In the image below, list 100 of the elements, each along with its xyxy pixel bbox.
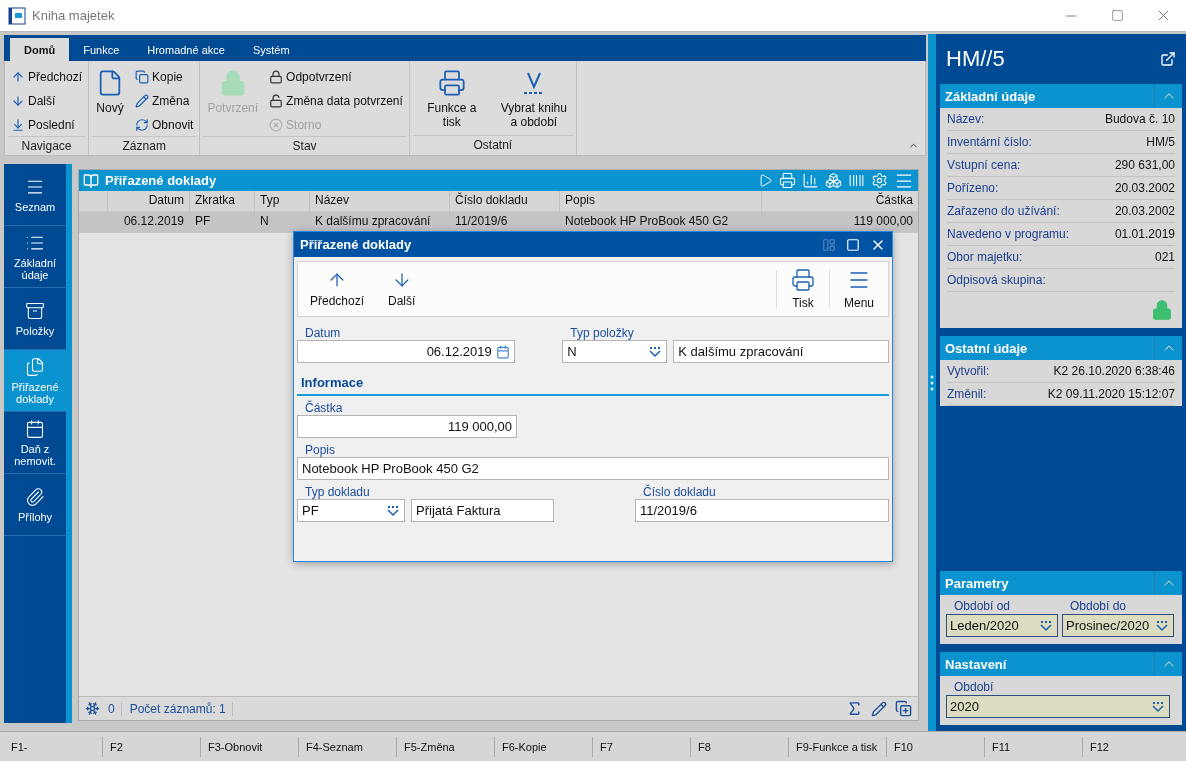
info-label: Odpisová skupina: [947, 273, 1046, 287]
ribbon-button[interactable]: Změna data potvrzení [266, 89, 406, 112]
field-label: Popis [304, 443, 337, 457]
info-value: 021 [1154, 250, 1175, 264]
date-field[interactable]: 06.12.2019 [297, 340, 515, 363]
copy-icon [135, 69, 150, 84]
column-header[interactable]: Zkratka [189, 191, 254, 211]
field-label: Typ dokladu [304, 485, 371, 499]
description-field[interactable]: Notebook HP ProBook 450 G2 [297, 457, 889, 480]
toolbar-button[interactable]: Předchozí [298, 262, 377, 316]
toolbar-button[interactable]: Další [376, 262, 428, 316]
section-heading: Informace [297, 363, 889, 396]
pencil-icon[interactable] [871, 700, 887, 717]
printer-icon[interactable] [779, 172, 796, 189]
document-number-field[interactable]: 11/2019/6 [635, 499, 889, 522]
info-value: 290 631,00 [1114, 158, 1175, 172]
info-label: Navedeno v programu: [947, 227, 1070, 241]
calendar-icon [495, 344, 510, 359]
column-header[interactable]: Částka [761, 191, 918, 211]
info-label: Vstupní cena: [947, 158, 1021, 172]
field-label: Typ položky [569, 326, 635, 340]
copy-plus-icon[interactable] [895, 700, 912, 717]
section-title: Základní údaje [945, 88, 1037, 104]
bar-chart-icon[interactable] [802, 172, 819, 189]
description-field[interactable]: Přijatá Faktura [411, 499, 554, 522]
info-value: K2 09.11.2020 15:12:07 [1047, 387, 1175, 401]
section-title: Ostatní údaje [945, 340, 1029, 356]
section-title: Nastavení [945, 656, 1008, 672]
book-icon [83, 172, 99, 189]
window-title: Kniha majetek [32, 8, 116, 23]
arrow-down-to-line-icon [11, 117, 25, 132]
ribbon-button[interactable]: Obnovit [132, 113, 197, 136]
function-key[interactable]: F1- [4, 736, 102, 757]
column-header[interactable]: Popis [559, 191, 761, 211]
play-icon[interactable] [758, 173, 773, 188]
lock-icon [269, 69, 284, 84]
ribbon-button[interactable]: Funkce a tisk [412, 65, 491, 135]
dropdown-icon [1155, 619, 1169, 632]
ribbon-button[interactable]: Nový [92, 65, 129, 136]
grip-icon[interactable] [930, 373, 934, 392]
info-value: K2 26.10.2020 6:38:46 [1053, 364, 1175, 378]
ribbon-button[interactable]: Předchozí [8, 65, 86, 88]
amount-field[interactable]: 119 000,00 [297, 415, 517, 438]
settings-icon[interactable] [871, 172, 888, 189]
function-key[interactable]: F8 [690, 736, 788, 757]
info-value: 20.03.2002 [1114, 181, 1175, 195]
group-title: Ostatní [412, 135, 573, 155]
info-label: Obor majetku: [947, 250, 1023, 264]
dropdown-icon [386, 504, 400, 517]
function-key[interactable]: F6-Kopie [494, 736, 592, 757]
group-title: Stav [203, 136, 406, 156]
boxes-icon[interactable] [825, 172, 842, 189]
ribbon-tab[interactable]: Systém [238, 38, 304, 61]
period-dropdown[interactable]: Prosinec/2020 [1062, 614, 1174, 637]
field-label: Datum [304, 326, 342, 340]
function-key[interactable]: F4-Seznam [298, 736, 396, 757]
ribbon-tab[interactable]: Domů [10, 38, 70, 61]
function-key[interactable]: F9-Funkce a tisk [788, 736, 886, 757]
ribbon-button[interactable]: Kopie [132, 65, 197, 88]
files-icon [25, 356, 45, 377]
column-header[interactable]: Typ [254, 191, 309, 211]
function-key[interactable]: F5-Změna [396, 736, 494, 757]
function-key[interactable]: F10 [886, 736, 984, 757]
toolbar-button[interactable]: Tisk [776, 262, 829, 316]
dropdown-icon [1151, 700, 1165, 713]
section-title: Parametry [945, 575, 1010, 591]
function-key[interactable]: F12 [1082, 736, 1180, 757]
ribbon-button[interactable]: Odpotvrzení [266, 65, 406, 88]
archive-icon [25, 300, 45, 321]
table-cell: PF [189, 212, 254, 232]
external-link-icon[interactable] [1160, 51, 1176, 67]
filter-count: 0 [108, 701, 122, 716]
column-header[interactable]: Název [309, 191, 449, 211]
restore-icon[interactable] [822, 237, 836, 252]
function-key[interactable]: F11 [984, 736, 1082, 757]
record-count: Počet záznamů: 1 [129, 701, 233, 716]
ribbon-button[interactable]: Další [8, 89, 86, 112]
barcode-icon[interactable] [848, 172, 865, 189]
toolbar-button[interactable]: Menu [829, 262, 888, 316]
table-row[interactable]: 06.12.2019 PF N K dalšímu zpracování 11/2019/6 Notebook HP ProBook 450 G2 119 000,00 [79, 212, 918, 233]
ribbon-button[interactable]: Vybrat knihu a období [494, 65, 573, 135]
info-value: 01.01.2019 [1114, 227, 1175, 241]
type-dropdown[interactable]: N [562, 340, 668, 363]
type-dropdown[interactable]: PF [297, 499, 405, 522]
description-field[interactable]: K dalšímu zpracování [673, 340, 889, 363]
ribbon-button[interactable]: Poslední [8, 113, 86, 136]
panel-title: Přiřazené doklady [105, 173, 218, 188]
column-header[interactable]: Číslo dokladu [449, 191, 559, 211]
ribbon-tab[interactable]: Hromadné akce [133, 38, 239, 61]
column-header[interactable]: Datum [107, 191, 189, 211]
function-key[interactable]: F3-Obnovit [200, 736, 298, 757]
function-key[interactable]: F7 [592, 736, 690, 757]
period-dropdown[interactable]: Leden/2020 [946, 614, 1058, 637]
function-key[interactable]: F2 [102, 736, 200, 757]
printer-icon [437, 69, 466, 97]
ribbon-button[interactable]: Změna [132, 89, 197, 112]
ribbon-tab[interactable]: Funkce [69, 38, 134, 61]
pencil-icon [135, 93, 150, 108]
period-dropdown[interactable]: 2020 [946, 695, 1170, 718]
snowflake-icon [85, 701, 100, 716]
